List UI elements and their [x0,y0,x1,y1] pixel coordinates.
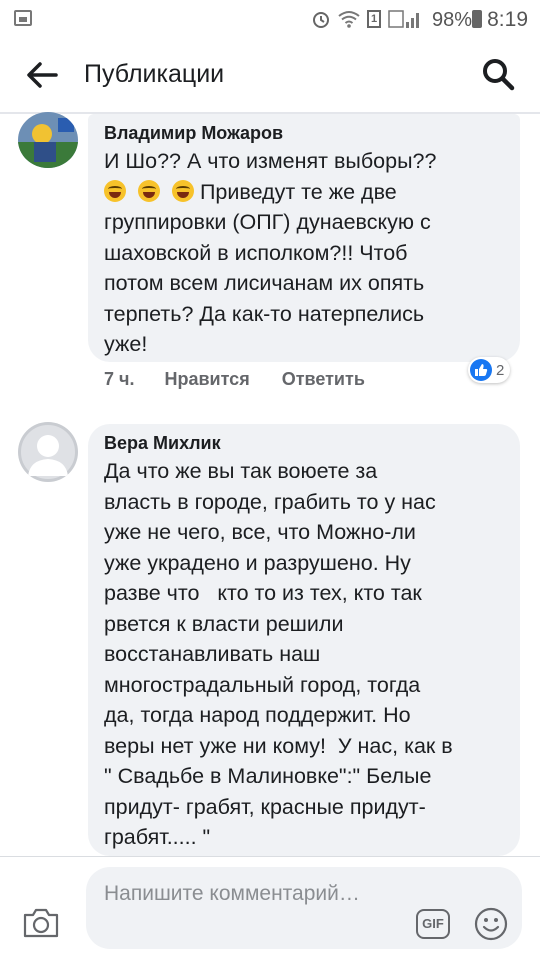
sim-icon: 1 [367,10,381,28]
comment-actions: 7 ч. Нравится Ответить [104,369,397,390]
alarm-icon [313,12,329,28]
comment: Владимир Можаров И Шо?? А что изменят вы… [0,112,540,402]
comment-composer: Напишите комментарий… GIF [0,856,540,961]
avatar-photo-icon [18,112,78,168]
comment-text-line: Приведут те же две [199,179,397,204]
clock: 8:19 [487,8,528,31]
comment-author[interactable]: Владимир Можаров [104,122,504,144]
comment-input[interactable]: Напишите комментарий… GIF [86,867,522,949]
camera-icon[interactable] [22,907,60,939]
default-avatar-icon [18,422,78,482]
gif-button[interactable]: GIF [416,909,450,939]
comment-author[interactable]: Вера Михлик [104,432,504,454]
reaction-count: 2 [496,361,505,379]
rofl-emoji-icon [104,179,126,202]
comment-text: И Шо?? А что изменят выборы?? Приведут т… [104,146,504,360]
reply-button[interactable]: Ответить [282,369,365,390]
search-icon[interactable] [480,56,516,92]
comment-bubble[interactable]: Владимир Можаров И Шо?? А что изменят вы… [88,114,520,362]
comment-text-rest: группировки (ОПГ) дунаевскую с шаховской… [104,210,431,356]
comment-bubble[interactable]: Вера Михлик Да что же вы так воюете за в… [88,424,520,856]
battery-percent: 98% [431,9,472,31]
wifi-icon [338,11,360,28]
battery-icon [472,10,482,28]
status-bar: 1 98% 8:19 [0,0,540,38]
emoji-picker-icon[interactable] [474,907,508,941]
rofl-emoji-icon [171,179,194,202]
like-button[interactable]: Нравится [164,369,249,390]
top-app-bar: Публикации [0,38,540,114]
avatar[interactable] [18,422,78,482]
comment-text-line: И Шо?? А что изменят выборы?? [104,149,437,173]
comment: Вера Михлик Да что же вы так воюете за в… [0,420,540,856]
rofl-emoji-icon [137,179,160,202]
back-arrow-icon[interactable] [26,60,60,90]
avatar[interactable] [18,112,78,168]
comment-timestamp: 7 ч. [104,369,135,389]
page-title: Публикации [84,60,225,88]
gallery-notification-icon [14,10,32,26]
like-reaction-icon [470,359,492,381]
reaction-summary[interactable]: 2 [468,357,511,383]
signal-icon [388,10,419,28]
comment-text: Да что же вы так воюете за власть в горо… [104,459,453,849]
status-icons: 1 [311,9,422,29]
comment-input-placeholder: Напишите комментарий… [104,882,360,905]
